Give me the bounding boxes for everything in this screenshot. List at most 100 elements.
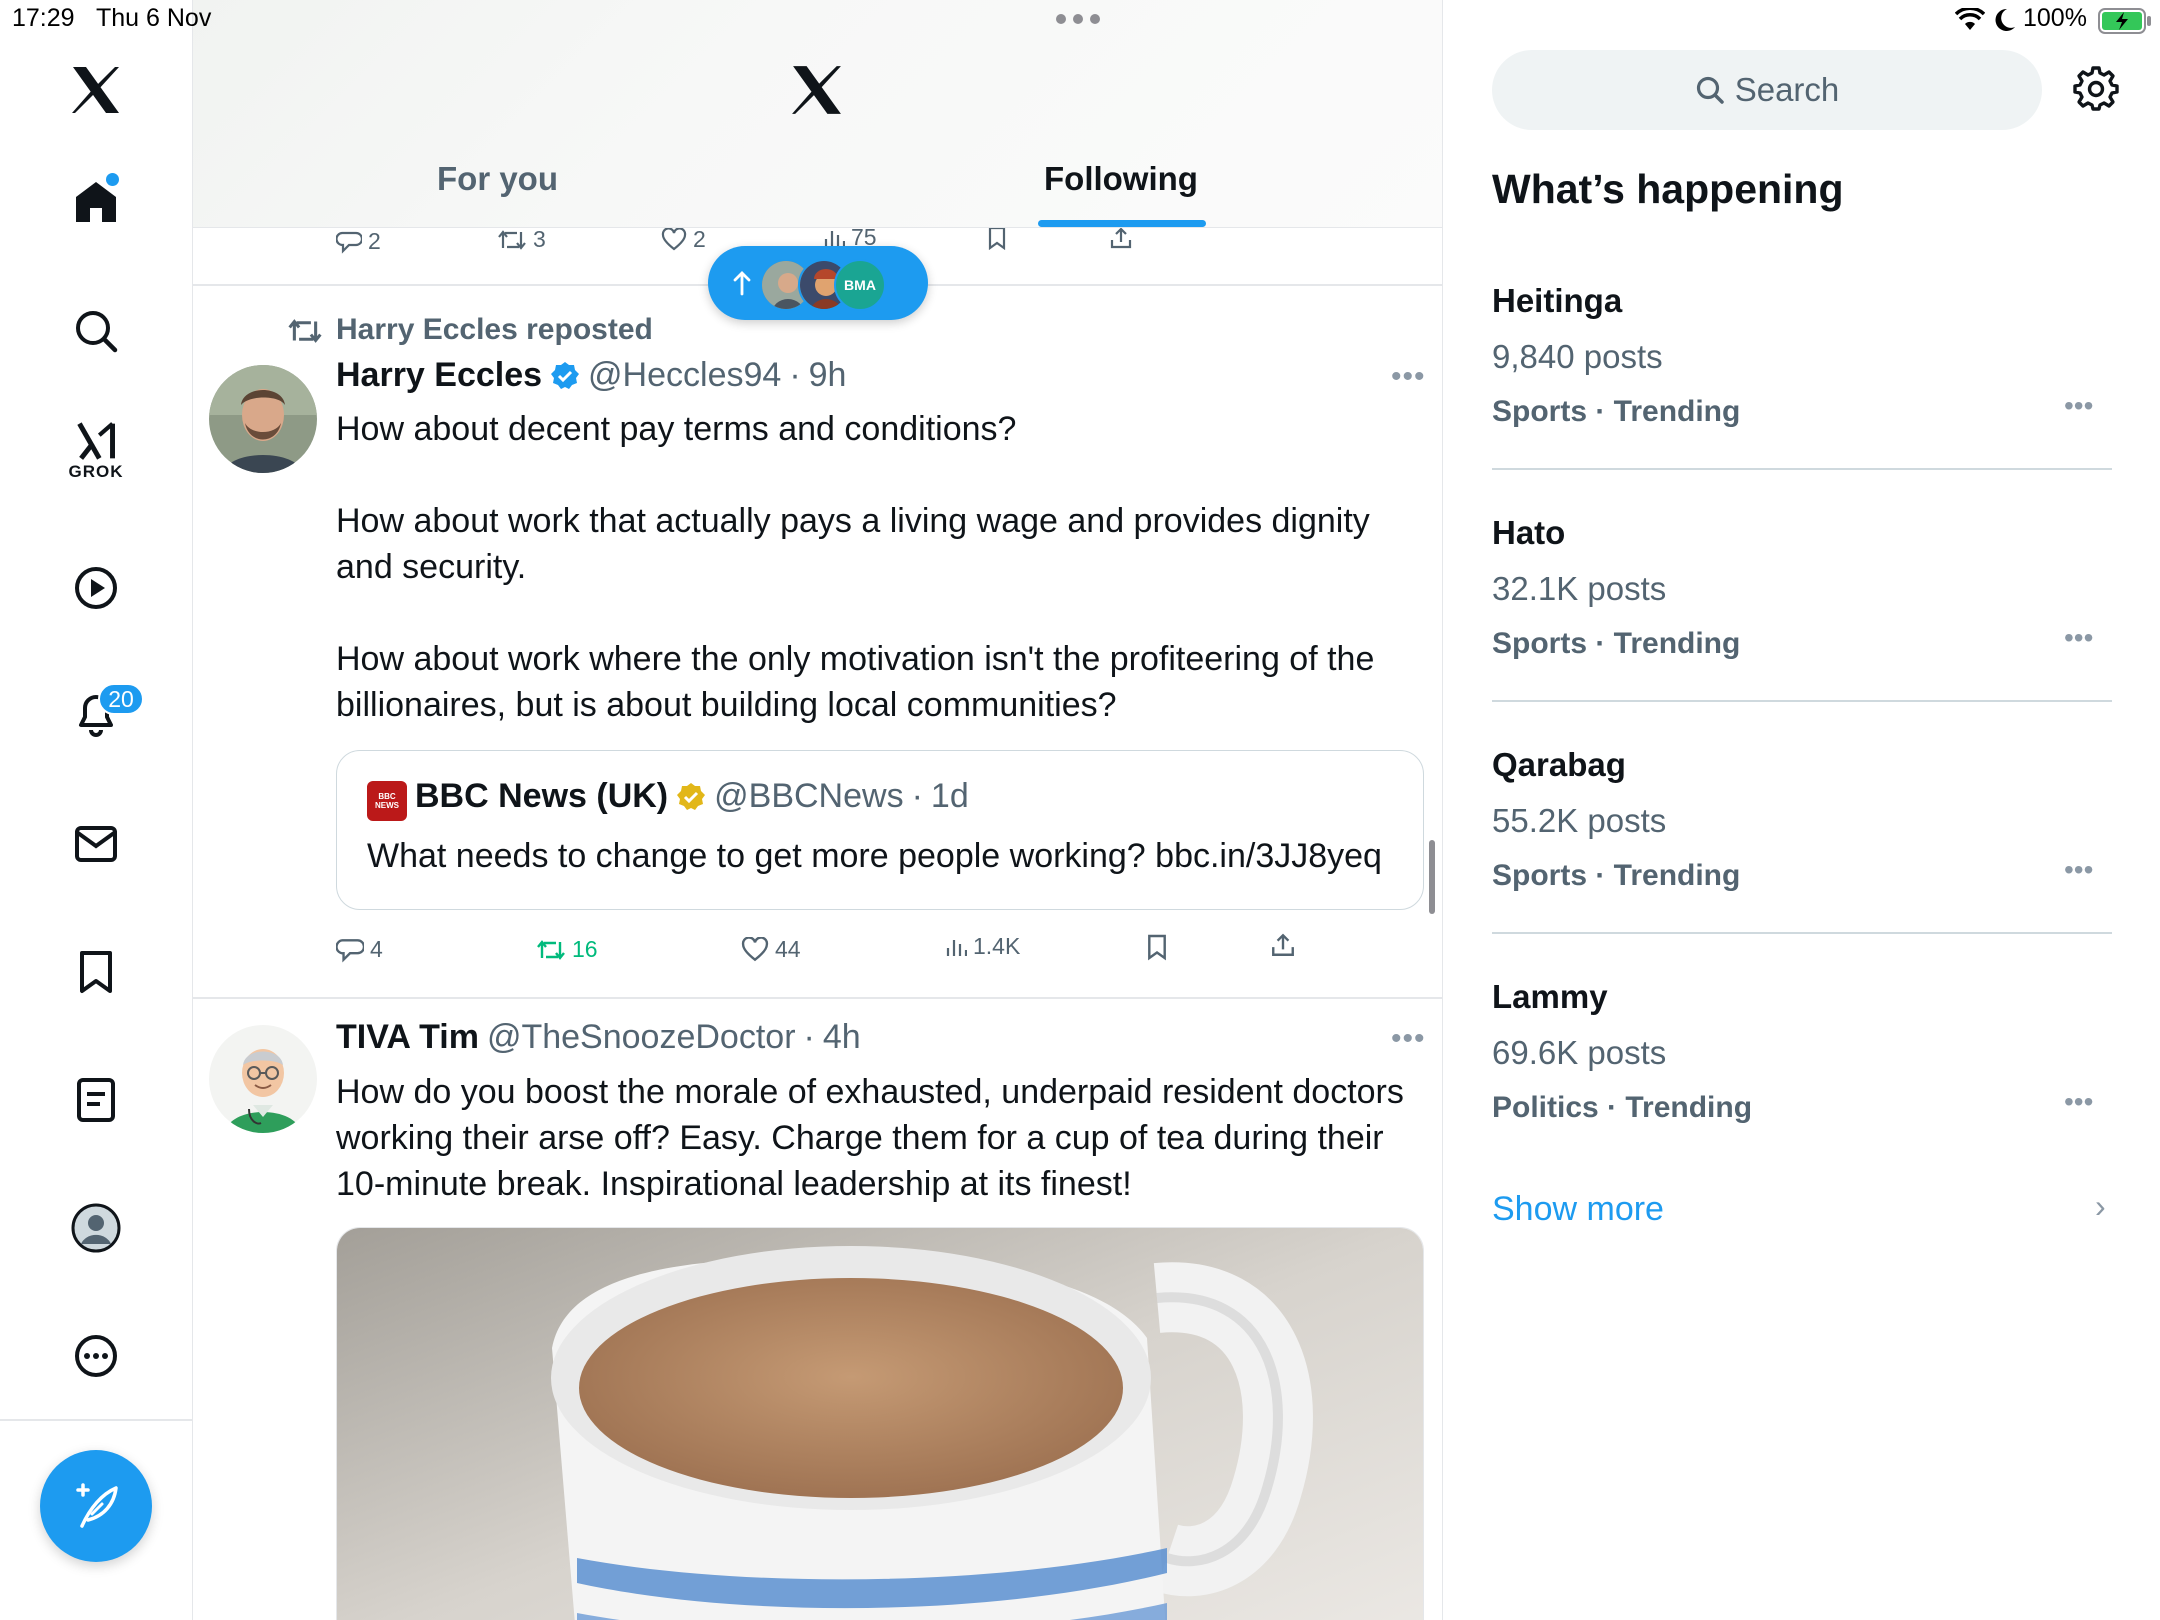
messages-envelope-icon[interactable] — [66, 814, 126, 874]
tab-following[interactable]: Following — [1044, 160, 1198, 208]
search-placeholder: Search — [1734, 71, 1840, 108]
gold-verified-badge-icon — [677, 782, 706, 810]
search-nav-icon[interactable] — [66, 301, 126, 361]
post-divider — [193, 997, 1442, 999]
trend-item[interactable]: Lammy 69.6K posts Politics · Trending ••… — [1492, 978, 2112, 1210]
post1-author-name[interactable]: Harry Eccles — [336, 356, 542, 395]
prev-bookmark-button[interactable] — [987, 226, 1007, 250]
repost-indicator-icon — [287, 318, 323, 344]
moon-icon — [1993, 7, 2017, 33]
x-logo-icon[interactable] — [66, 60, 126, 120]
trend-post-count: 69.6K posts — [1492, 1034, 1667, 1071]
multitasking-dots-icon[interactable] — [1056, 14, 1100, 24]
trend-category: Sports · Trending — [1492, 859, 1741, 892]
quote-handle: @BBCNews — [714, 777, 904, 815]
show-more-link[interactable]: Show more — [1492, 1190, 1664, 1229]
compose-feather-icon — [76, 1483, 118, 1528]
trend-name: Hato — [1492, 514, 1566, 551]
video-play-icon[interactable] — [66, 558, 126, 618]
bbc-news-logo[interactable]: BBC NEWS — [367, 781, 407, 821]
settings-gear-icon[interactable] — [2073, 65, 2123, 115]
main-timeline: For you Following 2 3 2 75 BMA Harry Ecc… — [193, 0, 1443, 1620]
bookmarks-icon[interactable] — [66, 942, 126, 1002]
post1-text: How about decent pay terms and condition… — [336, 410, 1375, 724]
profile-avatar-icon[interactable] — [66, 1198, 126, 1258]
home-unread-dot — [106, 173, 119, 186]
trend-name: Qarabag — [1492, 746, 1626, 783]
post1-handle[interactable]: @Heccles94 — [588, 356, 781, 395]
trend-item[interactable]: Qarabag 55.2K posts Sports · Trending ••… — [1492, 746, 2112, 978]
post1-more-icon[interactable]: ••• — [1391, 360, 1426, 394]
trend-category: Politics · Trending — [1492, 1091, 1753, 1124]
pill-avatar-bma: BMA — [834, 259, 886, 311]
quote-time: 1d — [930, 777, 969, 815]
chevron-right-icon[interactable]: › — [2095, 1188, 2106, 1225]
trend-more-icon[interactable]: ••• — [2064, 390, 2093, 422]
notification-count-badge: 20 — [98, 683, 144, 715]
avatar-tiva-tim[interactable] — [209, 1025, 317, 1133]
trend-item[interactable]: Hato 32.1K posts Sports · Trending ••• — [1492, 514, 2112, 746]
post1-share-button[interactable] — [1270, 932, 1296, 958]
tab-for-you[interactable]: For you — [437, 160, 558, 208]
prev-reply-button[interactable]: 2 — [336, 228, 381, 255]
timeline-scrollbar[interactable] — [1429, 840, 1435, 914]
trend-post-count: 55.2K posts — [1492, 802, 1667, 839]
compose-post-button[interactable] — [40, 1450, 152, 1562]
repost-active-icon — [537, 939, 565, 960]
trend-divider — [1492, 932, 2112, 934]
quote-author-line: BBC News (UK) @BBCNews · 1d — [415, 777, 969, 815]
post1-views-button[interactable]: 1.4K — [945, 933, 1020, 960]
post2-time[interactable]: 4h — [823, 1018, 861, 1057]
share-icon — [1110, 227, 1132, 249]
trend-item[interactable]: Heitinga 9,840 posts Sports · Trending •… — [1492, 282, 2112, 514]
prev-share-button[interactable] — [1109, 226, 1133, 250]
bookmark-icon — [988, 226, 1006, 250]
left-navigation: GROK 20 — [0, 0, 193, 1620]
trend-category: Sports · Trending — [1492, 627, 1741, 660]
post2-author-line: TIVA Tim @TheSnoozeDoctor · 4h — [336, 1018, 861, 1057]
trend-more-icon[interactable]: ••• — [2064, 854, 2093, 886]
prev-reply-count: 2 — [368, 228, 381, 254]
post1-repost-button[interactable]: 16 — [536, 936, 598, 963]
post1-view-count: 1.4K — [973, 933, 1021, 959]
post2-author-name[interactable]: TIVA Tim — [336, 1018, 479, 1057]
post1-time[interactable]: 9h — [809, 356, 847, 395]
post2-more-icon[interactable]: ••• — [1391, 1022, 1426, 1056]
grok-icon[interactable]: GROK — [66, 422, 126, 482]
prev-like-button[interactable]: 2 — [661, 226, 706, 253]
post2-text: How do you boost the morale of exhausted… — [336, 1073, 1404, 1203]
more-options-icon[interactable] — [66, 1326, 126, 1386]
prev-repost-count: 3 — [533, 226, 546, 252]
post2-handle[interactable]: @TheSnoozeDoctor — [487, 1018, 796, 1057]
quote-author-name: BBC News (UK) — [415, 777, 669, 815]
trend-more-icon[interactable]: ••• — [2064, 1086, 2093, 1118]
lists-icon[interactable] — [66, 1070, 126, 1130]
prev-repost-button[interactable]: 3 — [497, 226, 546, 253]
avatar-harry-eccles[interactable] — [209, 365, 317, 473]
post1-bookmark-button[interactable] — [1146, 933, 1168, 961]
battery-charging-icon — [2098, 8, 2152, 34]
search-input[interactable]: Search — [1492, 50, 2042, 130]
post1-reply-button[interactable]: 4 — [336, 936, 383, 963]
trend-name: Lammy — [1492, 978, 1608, 1015]
trend-name: Heitinga — [1492, 282, 1623, 319]
verified-badge-icon — [551, 361, 580, 389]
trend-more-icon[interactable]: ••• — [2064, 622, 2093, 654]
heart-icon — [741, 936, 769, 961]
reply-icon — [336, 938, 364, 963]
pill-avatar-bma-text: BMA — [844, 277, 876, 293]
post2-image-tea-mug[interactable] — [336, 1227, 1424, 1620]
reply-icon — [336, 231, 362, 254]
post1-like-button[interactable]: 44 — [741, 936, 801, 963]
active-tab-indicator — [1038, 220, 1206, 227]
repost-label[interactable]: Harry Eccles reposted — [336, 313, 653, 347]
prev-like-count: 2 — [693, 226, 706, 252]
arrow-up-icon — [732, 270, 752, 296]
status-bar: 17:29 Thu 6 Nov 100% — [0, 0, 2160, 40]
trend-divider — [1492, 468, 2112, 470]
nav-divider — [0, 1419, 193, 1421]
quoted-post-bbc[interactable]: BBC NEWS BBC News (UK) @BBCNews · 1d Wha… — [336, 750, 1424, 910]
header-x-logo-icon[interactable] — [791, 65, 843, 115]
new-posts-pill[interactable]: BMA — [708, 246, 928, 320]
post1-author-line: Harry Eccles @Heccles94 · 9h — [336, 356, 847, 395]
